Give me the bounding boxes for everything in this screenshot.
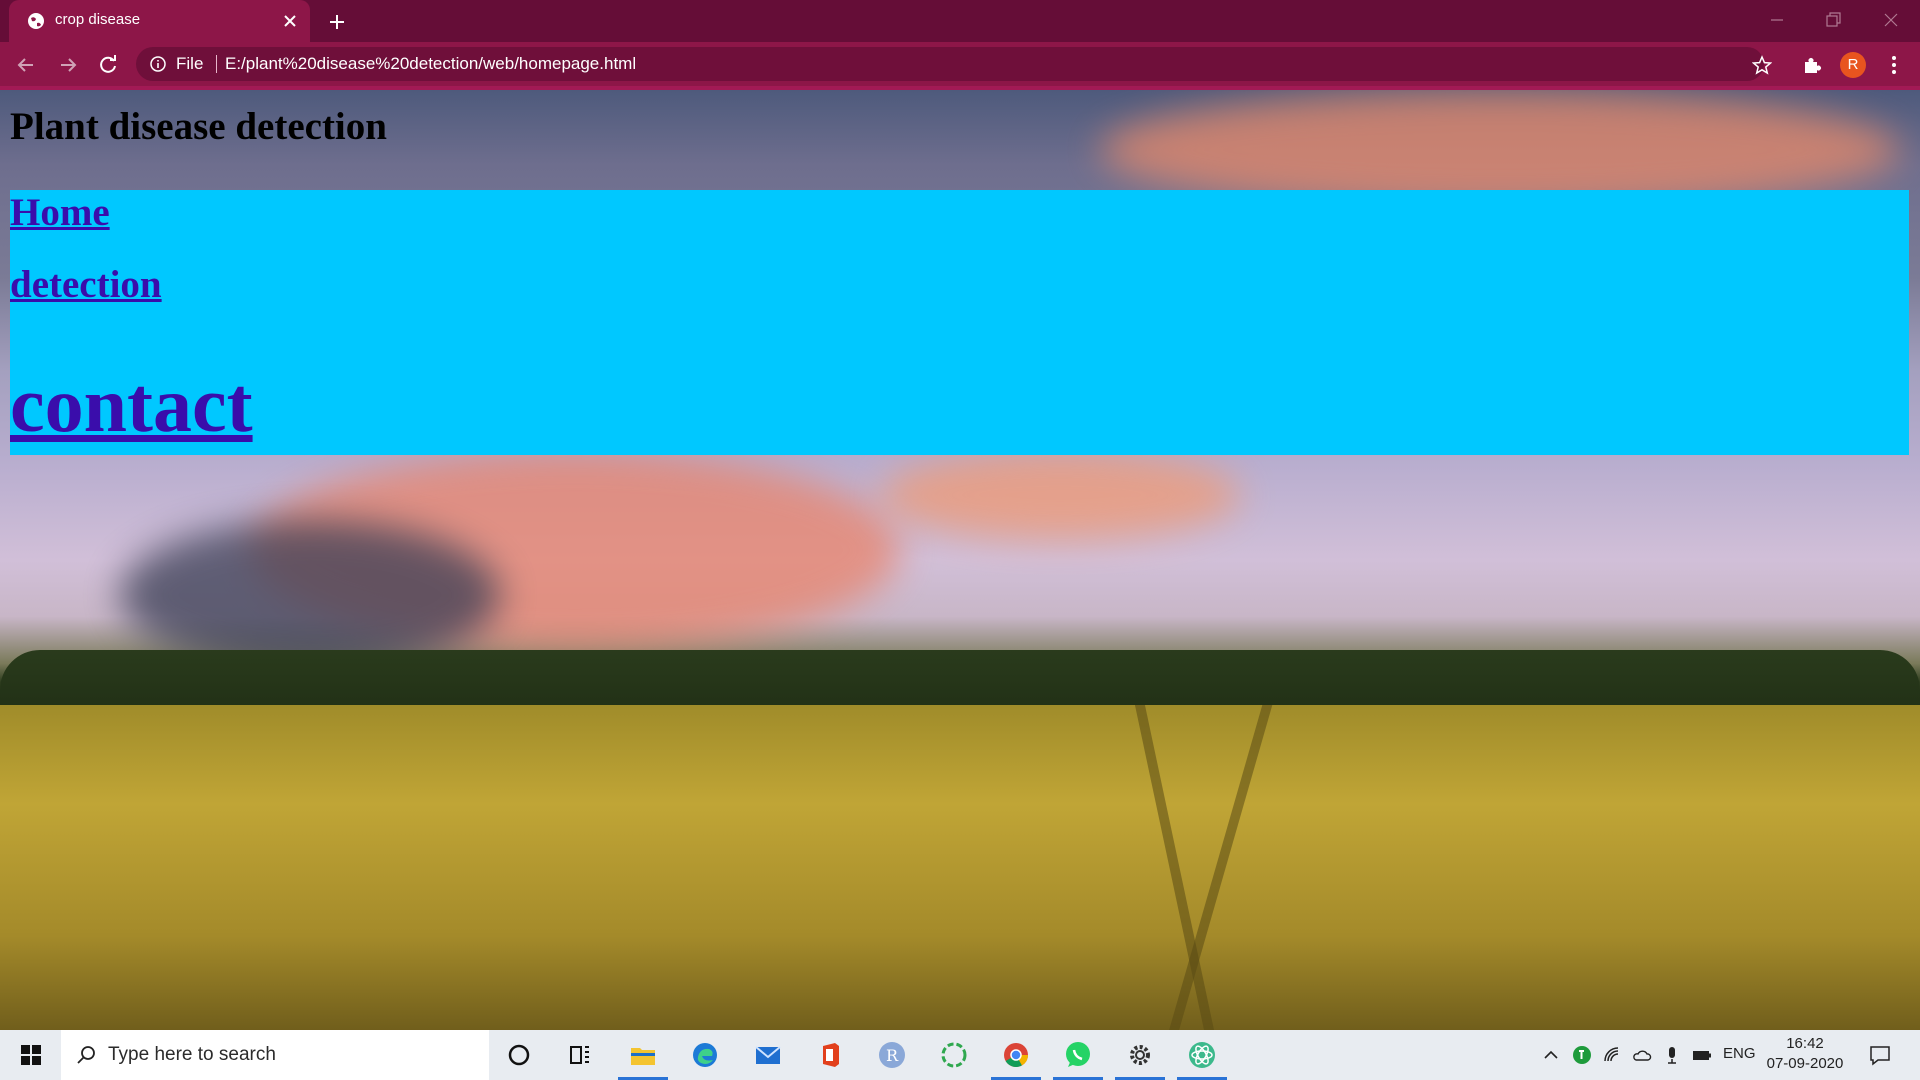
battery-icon[interactable] [1692,1045,1712,1065]
profile-avatar[interactable]: R [1840,52,1866,78]
language-indicator[interactable]: ENG [1723,1045,1756,1062]
extensions-puzzle-icon[interactable] [1801,54,1823,76]
onedrive-icon[interactable] [1632,1045,1652,1065]
new-tab-icon[interactable] [327,12,347,32]
microphone-icon[interactable] [1662,1045,1682,1065]
forward-icon[interactable] [57,54,79,76]
address-bar[interactable]: File E:/plant%20disease%20detection/web/… [136,47,1764,81]
info-icon[interactable] [150,56,166,72]
r-app-icon[interactable]: R [877,1040,907,1070]
refresh-app-icon[interactable] [939,1040,969,1070]
globe-icon [28,13,44,29]
taskbar-search-box[interactable]: Type here to search [61,1030,489,1080]
browser-menu-icon[interactable] [1884,54,1904,76]
chrome-icon[interactable] [1001,1040,1031,1070]
task-view-icon[interactable] [565,1040,595,1070]
url-text[interactable]: E:/plant%20disease%20detection/web/homep… [225,54,636,74]
notification-center-icon[interactable] [1868,1043,1892,1067]
bookmark-star-icon[interactable] [1752,55,1772,75]
minimize-icon[interactable] [1767,10,1787,30]
tab-title: crop disease [55,11,141,28]
nav-menu: Home detection contact [10,190,1909,455]
system-clock[interactable]: 16:42 07-09-2020 [1765,1034,1845,1074]
page-title: Plant disease detection [10,105,387,148]
browser-tab[interactable]: crop disease [9,0,310,42]
close-window-icon[interactable] [1881,10,1901,30]
green-status-icon[interactable] [1572,1045,1592,1065]
restore-icon[interactable] [1823,10,1843,30]
wifi-icon[interactable] [1602,1045,1622,1065]
settings-icon[interactable] [1125,1040,1155,1070]
chevron-up-icon[interactable] [1541,1045,1561,1065]
file-explorer-icon[interactable] [628,1040,658,1070]
mail-icon[interactable] [753,1040,783,1070]
clock-time: 16:42 [1786,1035,1824,1052]
close-tab-icon[interactable] [282,13,298,29]
nav-link-detection[interactable]: detection [10,262,162,307]
background-wheat-field [0,705,1920,1030]
clock-date: 07-09-2020 [1766,1055,1844,1072]
edge-icon[interactable] [690,1040,720,1070]
cortana-icon[interactable] [504,1040,534,1070]
office-icon[interactable] [815,1040,845,1070]
browser-titlebar: crop disease [0,0,1920,42]
nav-link-home[interactable]: Home [10,190,110,235]
svg-text:R: R [886,1046,899,1065]
omnibox-divider [216,55,217,73]
atom-icon[interactable] [1187,1040,1217,1070]
search-icon [77,1046,95,1064]
windows-start-icon[interactable] [20,1044,42,1066]
search-placeholder: Type here to search [108,1044,276,1065]
background-cloud [120,520,500,670]
background-cloud [880,450,1240,540]
back-icon[interactable] [15,54,37,76]
page-viewport: Plant disease detection Home detection c… [0,90,1920,1030]
whatsapp-icon[interactable] [1063,1040,1093,1070]
nav-link-contact[interactable]: contact [10,360,253,450]
scheme-label: File [176,54,204,73]
reload-icon[interactable] [97,54,119,76]
taskbar: Type here to search R ENG 16:42 07-09-20… [0,1030,1920,1080]
